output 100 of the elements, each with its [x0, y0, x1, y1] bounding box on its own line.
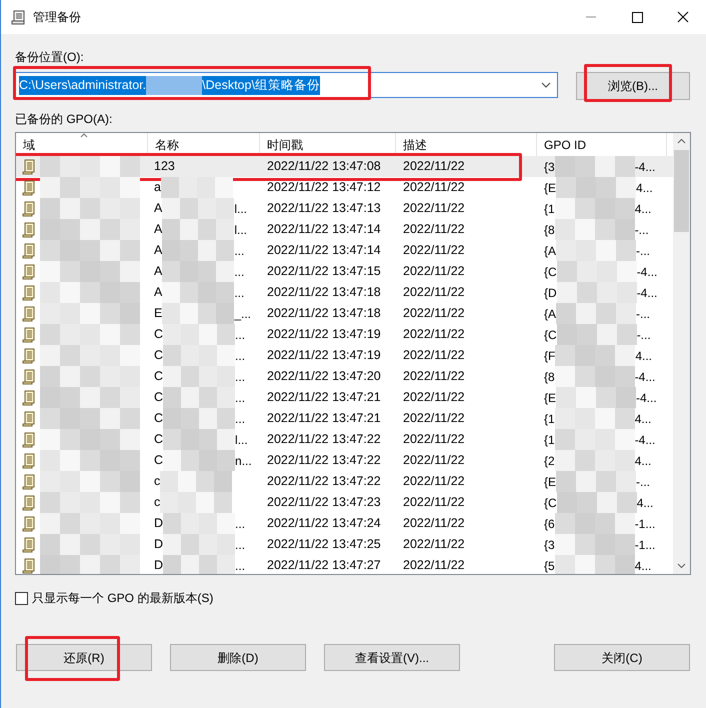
backup-row[interactable]: A ... 2022/11/22 13:47:15 2022/11/22 {C -4... [16, 261, 673, 282]
timestamp-text: 2022/11/22 13:47:12 [267, 180, 381, 194]
dialog-button[interactable]: 查看设置(V)... [324, 644, 460, 671]
name-text: ... [235, 348, 246, 364]
description-text: 2022/11/22 [403, 516, 465, 530]
gpo-id-text: {5 [544, 558, 555, 574]
backup-row[interactable]: C n... 2022/11/22 13:47:22 2022/11/22 {2 4... [16, 450, 673, 471]
timestamp-text: 2022/11/22 13:47:22 [267, 453, 381, 468]
timestamp-text: 2022/11/22 13:47:14 [267, 222, 381, 236]
timestamp-text: 2022/11/22 13:47:24 [267, 516, 381, 530]
name-text: A [154, 263, 162, 280]
description-text: 2022/11/22 [403, 180, 465, 194]
scroll-icon [22, 494, 36, 510]
list-label: 已备份的 GPO(A): [15, 111, 114, 128]
browse-button[interactable]: 浏览(B)... [576, 72, 690, 100]
name-text: A [154, 221, 162, 238]
gpo-id-text: 4... [636, 494, 654, 512]
scroll-icon [22, 410, 36, 426]
backup-row[interactable]: A l... 2022/11/22 13:47:13 2022/11/22 {1 4... [16, 198, 673, 219]
name-text: C [154, 368, 164, 386]
backup-row[interactable]: D ... 2022/11/22 13:47:25 2022/11/22 {3 -1... [16, 534, 673, 555]
scrollbar-thumb[interactable] [674, 150, 689, 232]
backup-row[interactable]: c 2022/11/22 13:47:22 2022/11/22 {E -... [16, 471, 673, 492]
gpo-id-text: {C [544, 264, 557, 280]
description-text: 2022/11/22 [403, 474, 465, 488]
name-text: a [154, 179, 161, 196]
timestamp-text: 2022/11/22 13:47:19 [267, 327, 381, 342]
gpo-id-text: {2 [544, 452, 555, 470]
timestamp-text: 2022/11/22 13:47:22 [267, 474, 381, 488]
backup-row[interactable]: C l... 2022/11/22 13:47:22 2022/11/22 {1 -4... [16, 429, 673, 450]
backup-row[interactable]: C ... 2022/11/22 13:47:19 2022/11/22 {C -... [16, 324, 673, 345]
gpo-id-text: {E [544, 180, 556, 196]
scroll-icon [22, 474, 36, 490]
gpo-id-text: 4... [636, 180, 653, 196]
scroll-icon [22, 558, 36, 574]
backup-row[interactable]: A ... 2022/11/22 13:47:14 2022/11/22 {A -... [16, 240, 673, 261]
name-text: c [154, 494, 160, 512]
name-text: 123 [154, 158, 175, 176]
gpo-id-text: -4... [634, 158, 656, 176]
checkbox[interactable] [15, 592, 28, 604]
name-text: ... [235, 536, 246, 554]
backup-row[interactable]: C ... 2022/11/22 13:47:19 2022/11/22 {F 4... [16, 345, 673, 366]
scroll-icon [22, 200, 36, 216]
backup-row[interactable]: c 2022/11/22 13:47:23 2022/11/22 {C 4... [16, 492, 673, 513]
gpo-id-text: -4... [634, 368, 656, 386]
description-text: 2022/11/22 [403, 327, 465, 342]
scroll-icon [22, 180, 36, 196]
dialog-button[interactable]: 删除(D) [170, 644, 306, 671]
path-text: C:\Users\administrator. [19, 76, 146, 94]
name-text: D [154, 536, 164, 554]
gpo-id-text: 4... [634, 200, 652, 218]
name-text: l... [235, 432, 248, 448]
timestamp-text: 2022/11/22 13:47:18 [267, 285, 381, 300]
backup-row[interactable]: C ... 2022/11/22 13:47:20 2022/11/22 {8 -4... [16, 366, 673, 387]
backup-row[interactable]: 123 2022/11/22 13:47:08 2022/11/22 {3 -4... [16, 156, 673, 177]
backup-row[interactable]: A l... 2022/11/22 13:47:14 2022/11/22 {8 -... [16, 219, 673, 240]
location-combo-field[interactable]: C:\Users\administrator. \Desktop\组策略备份 [15, 72, 558, 98]
dropdown-chevron-icon[interactable] [541, 82, 551, 88]
name-text: ... [235, 516, 246, 532]
description-text: 2022/11/22 [403, 306, 465, 320]
backup-row[interactable]: C ... 2022/11/22 13:47:21 2022/11/22 {E -4... [16, 387, 673, 408]
timestamp-text: 2022/11/22 13:47:22 [267, 432, 381, 446]
backup-row[interactable]: D ... 2022/11/22 13:47:27 2022/11/22 {5 4... [16, 555, 673, 574]
name-text: C [154, 431, 164, 448]
dialog-button[interactable]: 还原(R) [16, 644, 152, 671]
name-text: ... [235, 368, 246, 386]
gpo-id-text: {1 [544, 432, 555, 448]
gpo-id-text: {3 [544, 536, 555, 554]
timestamp-text: 2022/11/22 13:47:18 [267, 306, 381, 320]
gpo-id-text: {8 [544, 222, 555, 238]
description-text: 2022/11/22 [403, 222, 465, 236]
gpo-id-text: -... [634, 222, 649, 238]
backup-row[interactable]: E _... 2022/11/22 13:47:18 2022/11/22 {A -... [16, 303, 673, 324]
field-label: 备份位置(O): [15, 49, 85, 66]
gpo-id-text: 4... [634, 410, 652, 428]
gpo-id-text: {1 [544, 200, 555, 218]
description-text: 2022/11/22 [403, 264, 465, 278]
backup-row[interactable]: A ... 2022/11/22 13:47:18 2022/11/22 {D -4... [16, 282, 673, 303]
name-text: l... [234, 200, 248, 218]
description-text: 2022/11/22 [403, 201, 465, 216]
gpo-id-text: {C [544, 494, 557, 512]
scroll-icon [22, 432, 36, 448]
name-text: _... [234, 306, 252, 322]
name-text: A [154, 284, 162, 302]
gpo-id-text: {E [544, 474, 556, 490]
dialog-button[interactable]: 关闭(C) [554, 644, 690, 671]
timestamp-text: 2022/11/22 13:47:19 [267, 348, 381, 362]
gpo-id-text: {A [544, 242, 556, 260]
scroll-icon [22, 306, 36, 322]
description-text: 2022/11/22 [403, 411, 465, 426]
backup-row[interactable]: D ... 2022/11/22 13:47:24 2022/11/22 {6 -1... [16, 513, 673, 534]
scroll-icon [22, 516, 36, 532]
timestamp-text: 2022/11/22 13:47:20 [267, 369, 381, 384]
description-text: 2022/11/22 [403, 432, 465, 446]
description-text: 2022/11/22 [403, 243, 465, 258]
name-text: C [154, 452, 164, 470]
scrollbar[interactable] [673, 133, 690, 574]
backup-row[interactable]: C ... 2022/11/22 13:47:21 2022/11/22 {1 4... [16, 408, 673, 429]
backup-row[interactable]: a 2022/11/22 13:47:12 2022/11/22 {E 4... [16, 177, 673, 198]
description-text: 2022/11/22 [403, 159, 465, 174]
